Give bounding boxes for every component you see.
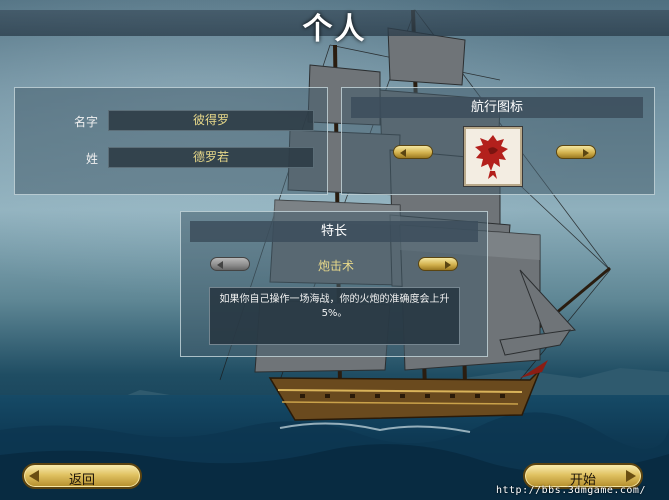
arrow-right-icon (583, 149, 589, 157)
skill-next-button[interactable] (418, 257, 458, 271)
arrow-left-icon (400, 149, 406, 157)
skill-panel-title: 特长 (190, 221, 478, 242)
last-name-label: 姓 (85, 152, 98, 166)
last-name-field[interactable]: 德罗若 (108, 147, 314, 168)
back-button[interactable]: 返回 (22, 463, 142, 489)
emblem-frame (464, 127, 522, 186)
skill-value: 炮击术 (317, 259, 354, 273)
emblem-panel-title: 航行图标 (351, 97, 643, 118)
red-dragon-icon (475, 135, 508, 179)
first-name-field[interactable]: 彼得罗 (108, 110, 314, 131)
first-name-label: 名字 (73, 115, 98, 129)
name-panel (14, 87, 328, 195)
emblem-prev-button[interactable] (393, 145, 433, 159)
skill-description: 如果你自己操作一场海战，你的火炮的准确度会上升5%。 (209, 287, 460, 345)
watermark-url: http://bbs.3dmgame.com/ (496, 485, 646, 496)
page-title: 个人 (302, 12, 367, 47)
arrow-left-icon (217, 261, 223, 269)
back-button-label: 返回 (68, 473, 95, 488)
emblem-next-button[interactable] (556, 145, 596, 159)
skill-prev-button[interactable] (210, 257, 250, 271)
arrow-right-icon (445, 261, 451, 269)
